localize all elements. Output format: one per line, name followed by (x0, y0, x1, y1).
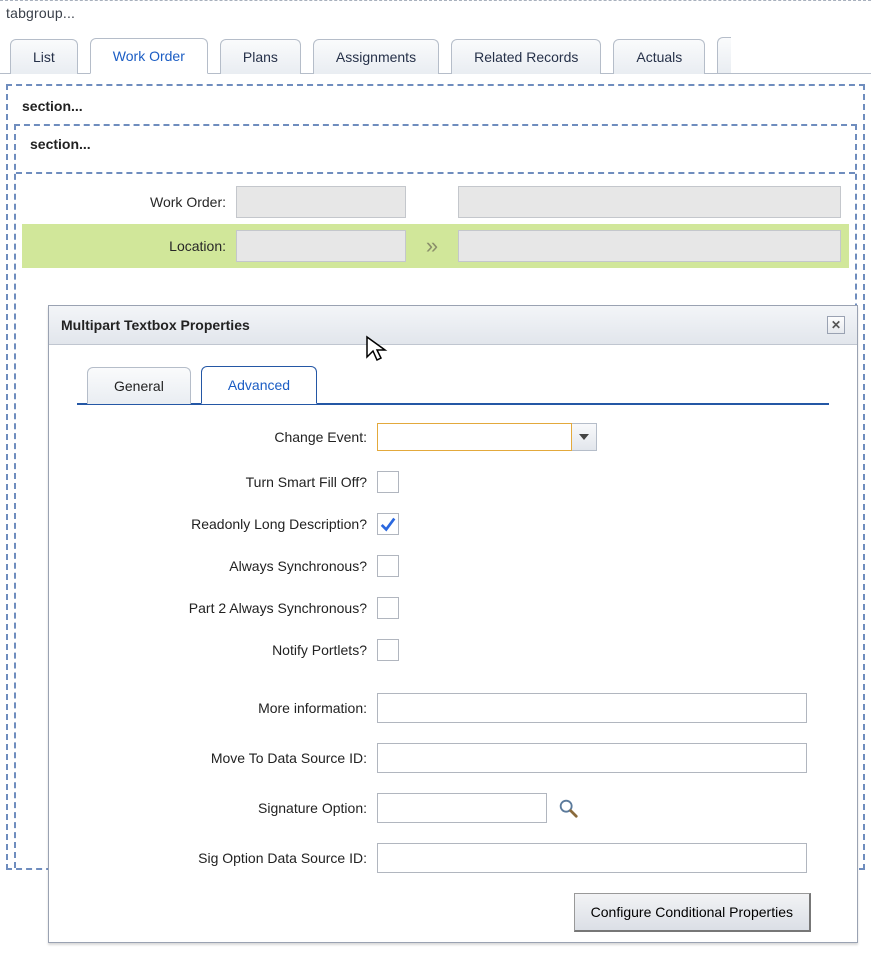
properties-dialog: Multipart Textbox Properties ✕ General A… (48, 305, 858, 943)
part2-always-sync-checkbox[interactable] (377, 597, 399, 619)
sig-option-ds-id-input[interactable] (377, 843, 807, 873)
turn-smart-fill-off-checkbox[interactable] (377, 471, 399, 493)
tab-overflow (717, 37, 731, 73)
readonly-long-desc-checkbox[interactable] (377, 513, 399, 535)
tab-related-records[interactable]: Related Records (451, 39, 601, 74)
tab-general[interactable]: General (87, 367, 191, 404)
close-icon[interactable]: ✕ (827, 316, 845, 334)
change-event-label: Change Event: (77, 429, 367, 445)
move-to-ds-id-label: Move To Data Source ID: (77, 750, 367, 766)
tab-actuals[interactable]: Actuals (613, 39, 705, 74)
tab-advanced[interactable]: Advanced (201, 366, 317, 404)
tab-plans[interactable]: Plans (220, 39, 301, 74)
dialog-form: Change Event: Turn Smart Fill Off? Reado… (77, 405, 829, 932)
work-order-input-part2[interactable] (458, 186, 841, 218)
configure-conditional-properties-button[interactable]: Configure Conditional Properties (574, 893, 811, 932)
signature-option-input[interactable] (377, 793, 547, 823)
work-order-label: Work Order: (30, 194, 230, 210)
chevron-down-icon[interactable] (572, 423, 597, 451)
change-event-combo[interactable] (377, 423, 597, 451)
dialog-title-text: Multipart Textbox Properties (61, 317, 250, 333)
tab-strip: List Work Order Plans Assignments Relate… (0, 30, 871, 74)
dialog-tabstrip: General Advanced (77, 365, 829, 405)
readonly-long-desc-label: Readonly Long Description? (77, 516, 367, 532)
move-to-ds-id-input[interactable] (377, 743, 807, 773)
tab-work-order[interactable]: Work Order (90, 38, 208, 74)
always-sync-label: Always Synchronous? (77, 558, 367, 574)
dialog-titlebar[interactable]: Multipart Textbox Properties ✕ (49, 306, 857, 345)
location-label: Location: (30, 238, 230, 254)
part2-always-sync-label: Part 2 Always Synchronous? (77, 600, 367, 616)
chevrons-right-icon: » (412, 233, 452, 259)
notify-portlets-checkbox[interactable] (377, 639, 399, 661)
more-information-input[interactable] (377, 693, 807, 723)
signature-option-label: Signature Option: (77, 800, 367, 816)
section-inner-label: section... (16, 132, 855, 162)
tab-assignments[interactable]: Assignments (313, 39, 439, 74)
more-information-label: More information: (77, 700, 367, 716)
work-order-input-part1[interactable] (236, 186, 406, 218)
row-location[interactable]: Location: » (22, 224, 849, 268)
breadcrumb: tabgroup... (0, 0, 871, 30)
location-input-part1[interactable] (236, 230, 406, 262)
change-event-input[interactable] (377, 423, 572, 451)
notify-portlets-label: Notify Portlets? (77, 642, 367, 658)
section-outer-label: section... (8, 94, 863, 124)
location-input-part2[interactable] (458, 230, 841, 262)
lookup-icon[interactable] (557, 797, 579, 819)
sig-option-ds-id-label: Sig Option Data Source ID: (77, 850, 367, 866)
tab-list[interactable]: List (10, 39, 78, 74)
turn-smart-fill-off-label: Turn Smart Fill Off? (77, 474, 367, 490)
row-work-order: Work Order: (22, 180, 849, 224)
always-sync-checkbox[interactable] (377, 555, 399, 577)
